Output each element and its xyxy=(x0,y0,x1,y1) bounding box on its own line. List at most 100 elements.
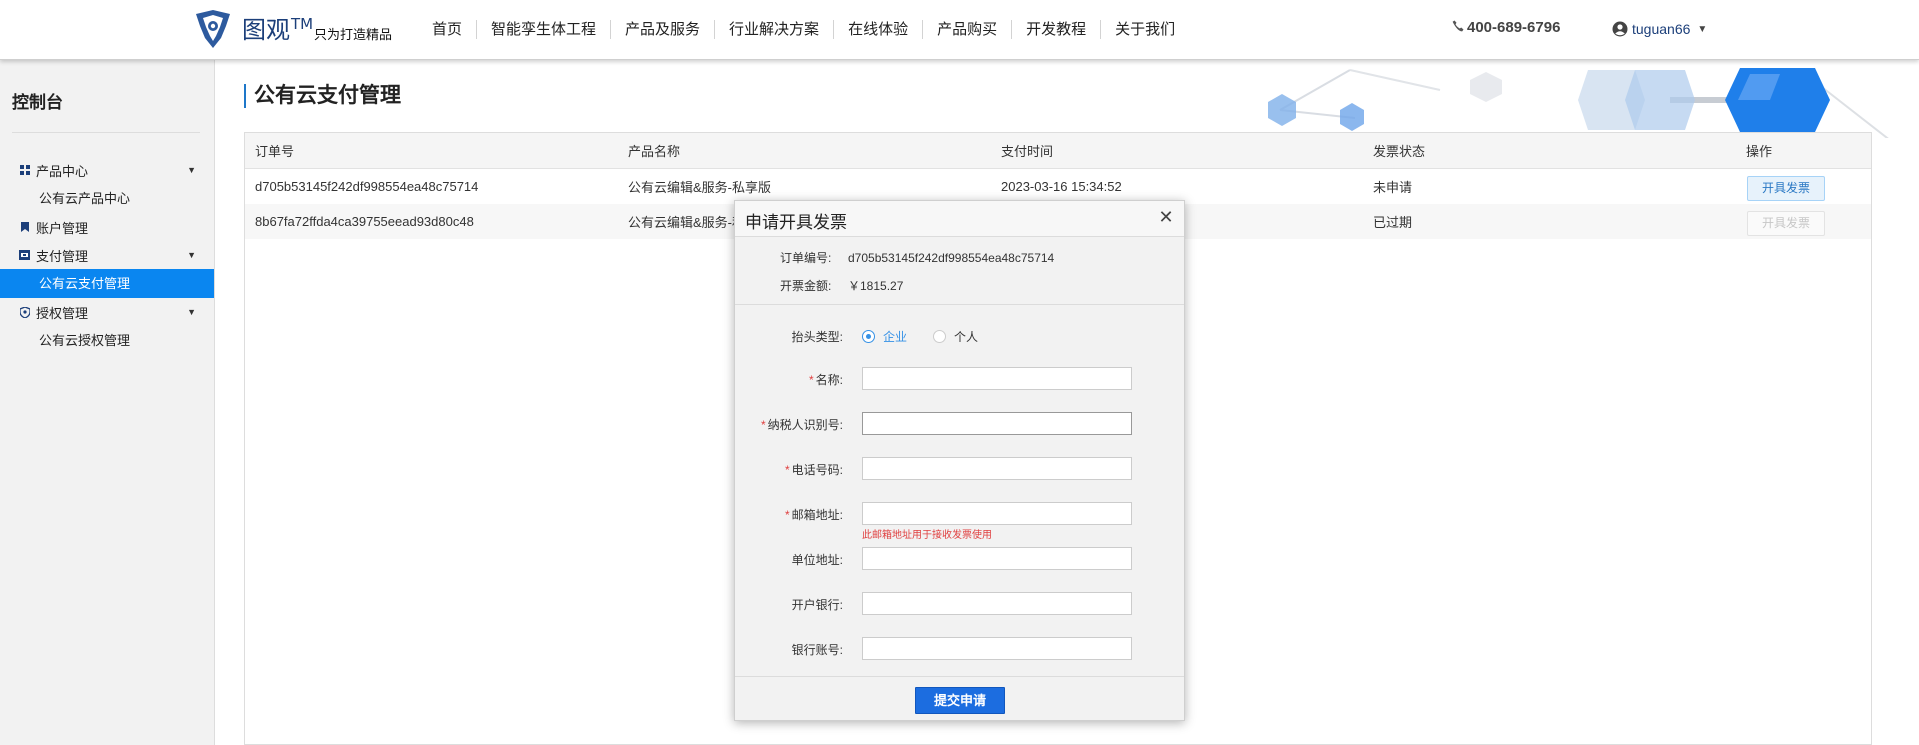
bank-input[interactable] xyxy=(862,592,1132,615)
order-number-row: 订单编号: d705b53145f242df998554ea48c75714 xyxy=(780,249,1054,266)
order-number-value: d705b53145f242df998554ea48c75714 xyxy=(848,251,1055,265)
radio-enterprise-label[interactable]: 企业 xyxy=(883,328,907,345)
email-hint: 此邮箱地址用于接收发票使用 xyxy=(862,530,992,541)
close-icon[interactable]: ✕ xyxy=(1156,207,1176,227)
invoice-amount-value: ￥1815.27 xyxy=(848,279,904,293)
field-row-tax-id: * 纳税人识别号: xyxy=(735,412,1184,436)
field-row-bank-account: 银行账号: xyxy=(735,637,1184,661)
header-type-row: 抬头类型: 企业 个人 xyxy=(735,324,1184,348)
table-row: d705b53145f242df998554ea48c75714 公有云编辑&服… xyxy=(245,169,1871,204)
company-address-input[interactable] xyxy=(862,547,1132,570)
column-header-action: 操作 xyxy=(1746,144,1773,159)
nav-dev-tutorials[interactable]: 开发教程 xyxy=(1012,20,1102,39)
nav-home[interactable]: 首页 xyxy=(418,20,478,39)
bank-account-input[interactable] xyxy=(862,637,1132,660)
sidebar-item-public-cloud-license[interactable]: 公有云授权管理 xyxy=(0,326,214,355)
bank-label: 开户银行: xyxy=(791,598,843,612)
field-row-phone: * 电话号码: xyxy=(735,457,1184,481)
invoice-amount-label: 开票金额: xyxy=(780,279,832,293)
issue-invoice-button[interactable]: 开具发票 xyxy=(1747,176,1825,201)
bookmark-icon xyxy=(19,222,30,233)
name-label: * 名称: xyxy=(808,373,843,387)
sidebar-item-public-cloud-products[interactable]: 公有云产品中心 xyxy=(0,184,214,213)
main-nav: 首页 智能孪生体工程 产品及服务 行业解决方案 在线体验 产品购买 开发教程 关… xyxy=(418,20,1189,39)
header-type-radio-group: 企业 个人 xyxy=(862,328,978,345)
tax-id-label: * 纳税人识别号: xyxy=(760,418,843,432)
order-number-label: 订单编号: xyxy=(780,251,832,265)
hexagon-decoration xyxy=(1268,68,1889,138)
user-menu[interactable]: tuguan66 ▼ xyxy=(1612,21,1707,37)
invoice-status-cell: 未申请 xyxy=(1373,180,1413,195)
invoice-status-cell: 已过期 xyxy=(1373,215,1413,230)
submit-button[interactable]: 提交申请 xyxy=(915,687,1005,714)
dialog-header: 申请开具发票 ✕ xyxy=(735,201,1184,237)
sidebar-group-label: 授权管理 xyxy=(36,305,89,321)
company-address-label: 单位地址: xyxy=(791,553,843,567)
phone-icon xyxy=(1452,19,1464,36)
chevron-down-icon: ▼ xyxy=(187,165,196,175)
nav-digital-twin[interactable]: 智能孪生体工程 xyxy=(477,20,612,39)
email-input[interactable] xyxy=(862,502,1132,525)
table-header: 订单号 产品名称 支付时间 发票状态 操作 xyxy=(245,133,1871,169)
sidebar-item-public-cloud-payment[interactable]: 公有云支付管理 xyxy=(0,269,214,298)
radio-personal-label[interactable]: 个人 xyxy=(954,328,978,345)
issue-invoice-button-disabled: 开具发票 xyxy=(1747,211,1825,236)
field-row-email: * 邮箱地址: xyxy=(735,502,1184,526)
brand-name[interactable]: 图观TM xyxy=(242,10,313,45)
invoice-dialog: 申请开具发票 ✕ 订单编号: d705b53145f242df998554ea48… xyxy=(734,200,1185,721)
sidebar-group-label: 支付管理 xyxy=(36,248,89,264)
sidebar-group-payment[interactable]: 支付管理 ▼ xyxy=(0,241,214,269)
sidebar-title: 控制台 xyxy=(12,93,63,112)
column-header-product: 产品名称 xyxy=(628,144,681,159)
nav-about-us[interactable]: 关于我们 xyxy=(1101,20,1189,39)
header-type-label: 抬头类型: xyxy=(791,330,843,344)
name-input[interactable] xyxy=(862,367,1132,390)
sidebar-group-label: 账户管理 xyxy=(36,220,89,236)
field-row-bank: 开户银行: xyxy=(735,592,1184,616)
radio-personal[interactable] xyxy=(933,330,947,343)
sidebar-group-account[interactable]: 账户管理 xyxy=(0,213,214,241)
field-row-name: * 名称: xyxy=(735,367,1184,391)
bank-account-label: 银行账号: xyxy=(791,643,843,657)
sidebar-divider xyxy=(12,132,200,133)
sidebar-menu: 产品中心 ▼ 公有云产品中心 账户管理 支付管理 ▼ 公有云支付管理 授权管理 … xyxy=(0,156,214,355)
nav-products-services[interactable]: 产品及服务 xyxy=(611,20,716,39)
username[interactable]: tuguan66 xyxy=(1632,21,1690,37)
nav-online-demo[interactable]: 在线体验 xyxy=(834,20,924,39)
logo-icon[interactable] xyxy=(192,8,234,50)
product-name-cell: 公有云编辑&服务-私享版 xyxy=(628,180,772,195)
top-header: 图观TM 只为打造精品 首页 智能孪生体工程 产品及服务 行业解决方案 在线体验… xyxy=(0,0,1919,60)
nav-industry-solutions[interactable]: 行业解决方案 xyxy=(715,20,835,39)
brand-slogan: 只为打造精品 xyxy=(314,27,393,42)
shield-icon xyxy=(19,306,30,318)
grid-icon xyxy=(19,165,30,176)
nav-purchase[interactable]: 产品购买 xyxy=(923,20,1013,39)
order-info: 订单编号: d705b53145f242df998554ea48c75714 开票… xyxy=(735,237,1184,305)
dialog-footer: 提交申请 xyxy=(735,676,1184,720)
dialog-title: 申请开具发票 xyxy=(745,213,847,232)
order-number-cell: 8b67fa72ffda4ca39755eead93d80c48 xyxy=(255,214,474,229)
pay-time-cell: 2023-03-16 15:34:52 xyxy=(1001,179,1122,194)
column-header-order-no: 订单号 xyxy=(255,144,295,159)
user-avatar-icon xyxy=(1612,21,1628,37)
field-row-company-address: 单位地址: xyxy=(735,547,1184,571)
invoice-amount-row: 开票金额: ￥1815.27 xyxy=(780,277,903,294)
tax-id-input[interactable] xyxy=(862,412,1132,435)
chevron-down-icon: ▼ xyxy=(187,307,196,317)
payment-icon xyxy=(19,250,30,261)
product-name-cell: 公有云编辑&服务-私 xyxy=(628,215,746,230)
phone-input[interactable] xyxy=(862,457,1132,480)
sidebar-group-label: 产品中心 xyxy=(36,163,89,179)
sidebar-group-product-center[interactable]: 产品中心 ▼ xyxy=(0,156,214,184)
page-title: 公有云支付管理 xyxy=(244,84,401,108)
column-header-pay-time: 支付时间 xyxy=(1001,144,1054,159)
chevron-down-icon[interactable]: ▼ xyxy=(1697,24,1707,35)
sidebar-group-license[interactable]: 授权管理 ▼ xyxy=(0,298,214,326)
email-label: * 邮箱地址: xyxy=(784,508,843,522)
radio-enterprise[interactable] xyxy=(862,330,875,343)
phone-label: * 电话号码: xyxy=(784,463,843,477)
order-number-cell: d705b53145f242df998554ea48c75714 xyxy=(255,179,479,194)
chevron-down-icon: ▼ xyxy=(187,250,196,260)
column-header-invoice-status: 发票状态 xyxy=(1373,144,1426,159)
phone-number: 400-689-6796 xyxy=(1452,19,1560,36)
